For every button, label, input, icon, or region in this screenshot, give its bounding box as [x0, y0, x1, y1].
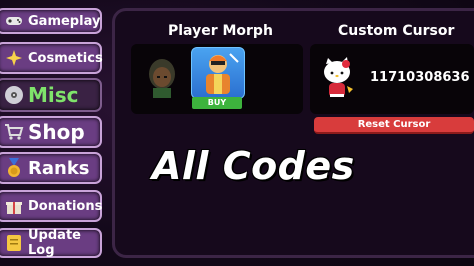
sidebar-item-gameplay[interactable]: Gameplay	[0, 8, 102, 34]
sparkle-icon	[4, 48, 24, 68]
sidebar: Gameplay Cosmetics Misc Shop Ranks Donat…	[0, 0, 104, 266]
avatar-icon	[149, 59, 175, 98]
medal-icon	[4, 158, 24, 178]
sidebar-item-update-log[interactable]: Update Log	[0, 228, 102, 258]
sidebar-item-ranks[interactable]: Ranks	[0, 152, 102, 184]
sidebar-item-shop[interactable]: Shop	[0, 116, 102, 148]
sidebar-item-label: Misc	[28, 83, 79, 107]
sidebar-item-cosmetics[interactable]: Cosmetics	[0, 42, 103, 74]
note-icon	[4, 233, 24, 253]
sidebar-item-label: Shop	[28, 120, 85, 144]
sidebar-item-label: Update Log	[28, 228, 81, 258]
player-morph-title: Player Morph	[168, 23, 273, 39]
controller-icon	[4, 11, 24, 31]
morph-avatar-locked[interactable]	[191, 47, 245, 99]
cursor-id-text: 11710308636	[370, 70, 470, 85]
disc-icon	[4, 85, 24, 105]
morph-avatar-owned[interactable]	[140, 52, 184, 100]
cart-icon	[4, 122, 24, 142]
hello-kitty-icon	[324, 57, 353, 97]
sidebar-item-label: Gameplay	[28, 13, 101, 29]
sidebar-item-label: Ranks	[28, 157, 90, 179]
sidebar-item-label: Cosmetics	[28, 50, 103, 66]
morph-character-icon	[206, 53, 239, 94]
sidebar-item-donations[interactable]: Donations	[0, 190, 102, 222]
all-codes-title: All Codes	[152, 144, 355, 188]
custom-cursor-title: Custom Cursor	[338, 23, 455, 39]
reset-cursor-button[interactable]: Reset Cursor	[314, 117, 474, 134]
cursor-preview	[316, 56, 358, 102]
sidebar-item-label: Donations	[28, 198, 103, 214]
buy-button[interactable]: BUY	[192, 97, 242, 109]
gift-icon	[4, 196, 24, 216]
sidebar-item-misc[interactable]: Misc	[0, 78, 102, 112]
